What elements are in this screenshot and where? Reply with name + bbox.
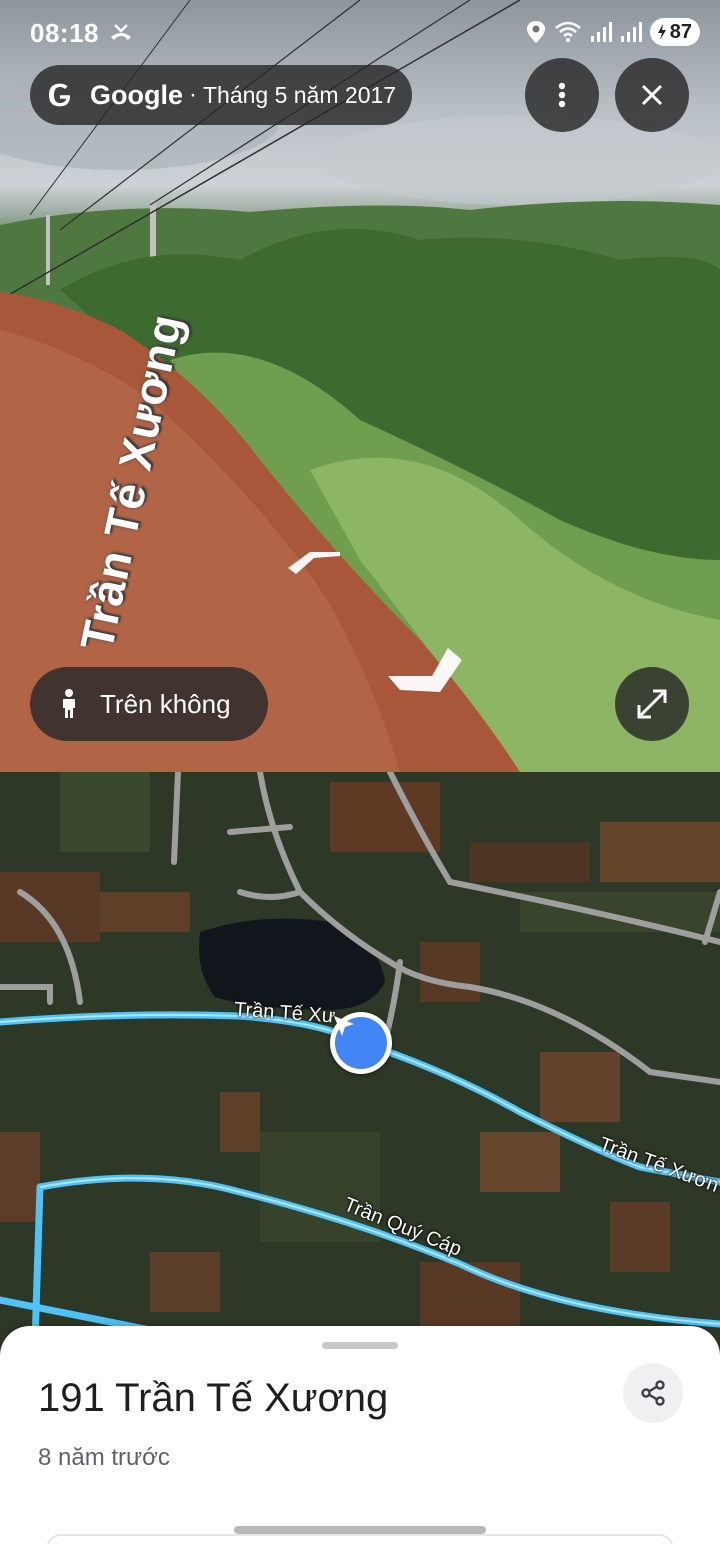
status-icons: 87: [526, 16, 700, 48]
more-vert-icon: [558, 82, 566, 108]
wifi-icon: [554, 21, 581, 42]
signal-icon: [620, 22, 642, 42]
home-indicator[interactable]: [234, 1526, 486, 1534]
missed-call-icon: [111, 24, 131, 40]
capture-date: Tháng 5 năm 2017: [203, 81, 397, 108]
expand-button[interactable]: [615, 667, 689, 741]
aerial-view-label: Trên không: [100, 688, 231, 719]
place-bottom-sheet[interactable]: 191 Trần Tế Xương 8 năm trước: [0, 1326, 720, 1544]
battery-icon: [657, 24, 666, 40]
status-time: 08:18: [30, 18, 99, 48]
next-card-edge: [46, 1534, 674, 1544]
signal-icon: [590, 22, 612, 42]
status-bar: 08:18 87: [0, 0, 720, 64]
marker-inner: [334, 1016, 387, 1069]
sheet-drag-handle[interactable]: [322, 1342, 398, 1349]
navigation-arrow-icon: [334, 1016, 354, 1036]
chip-separator: ·: [189, 81, 197, 108]
battery-indicator: 87: [649, 18, 700, 46]
expand-icon: [637, 689, 667, 719]
place-capture-age: 8 năm trước: [38, 1444, 170, 1471]
place-title: 191 Trần Tế Xương: [38, 1376, 389, 1420]
google-g-icon: [49, 83, 71, 107]
close-button[interactable]: [615, 58, 689, 132]
share-button[interactable]: [623, 1363, 683, 1423]
more-options-button[interactable]: [525, 58, 599, 132]
map-pane[interactable]: Trần Tế Xư Trần Tế Xươn Trần Quý Cáp: [0, 772, 720, 1372]
close-icon: [641, 84, 663, 106]
aerial-view-button[interactable]: Trên không: [30, 667, 268, 741]
location-icon: [526, 21, 545, 43]
street-view-pane[interactable]: Trần Tế Xương 08:18 87 Google · Tháng 5 …: [0, 0, 720, 772]
current-view-marker[interactable]: [330, 1012, 392, 1074]
source-brand: Google: [90, 79, 183, 110]
share-icon: [641, 1380, 665, 1406]
battery-level: 87: [669, 20, 692, 43]
person-icon: [63, 689, 75, 718]
imagery-source-chip[interactable]: Google · Tháng 5 năm 2017: [30, 65, 412, 125]
